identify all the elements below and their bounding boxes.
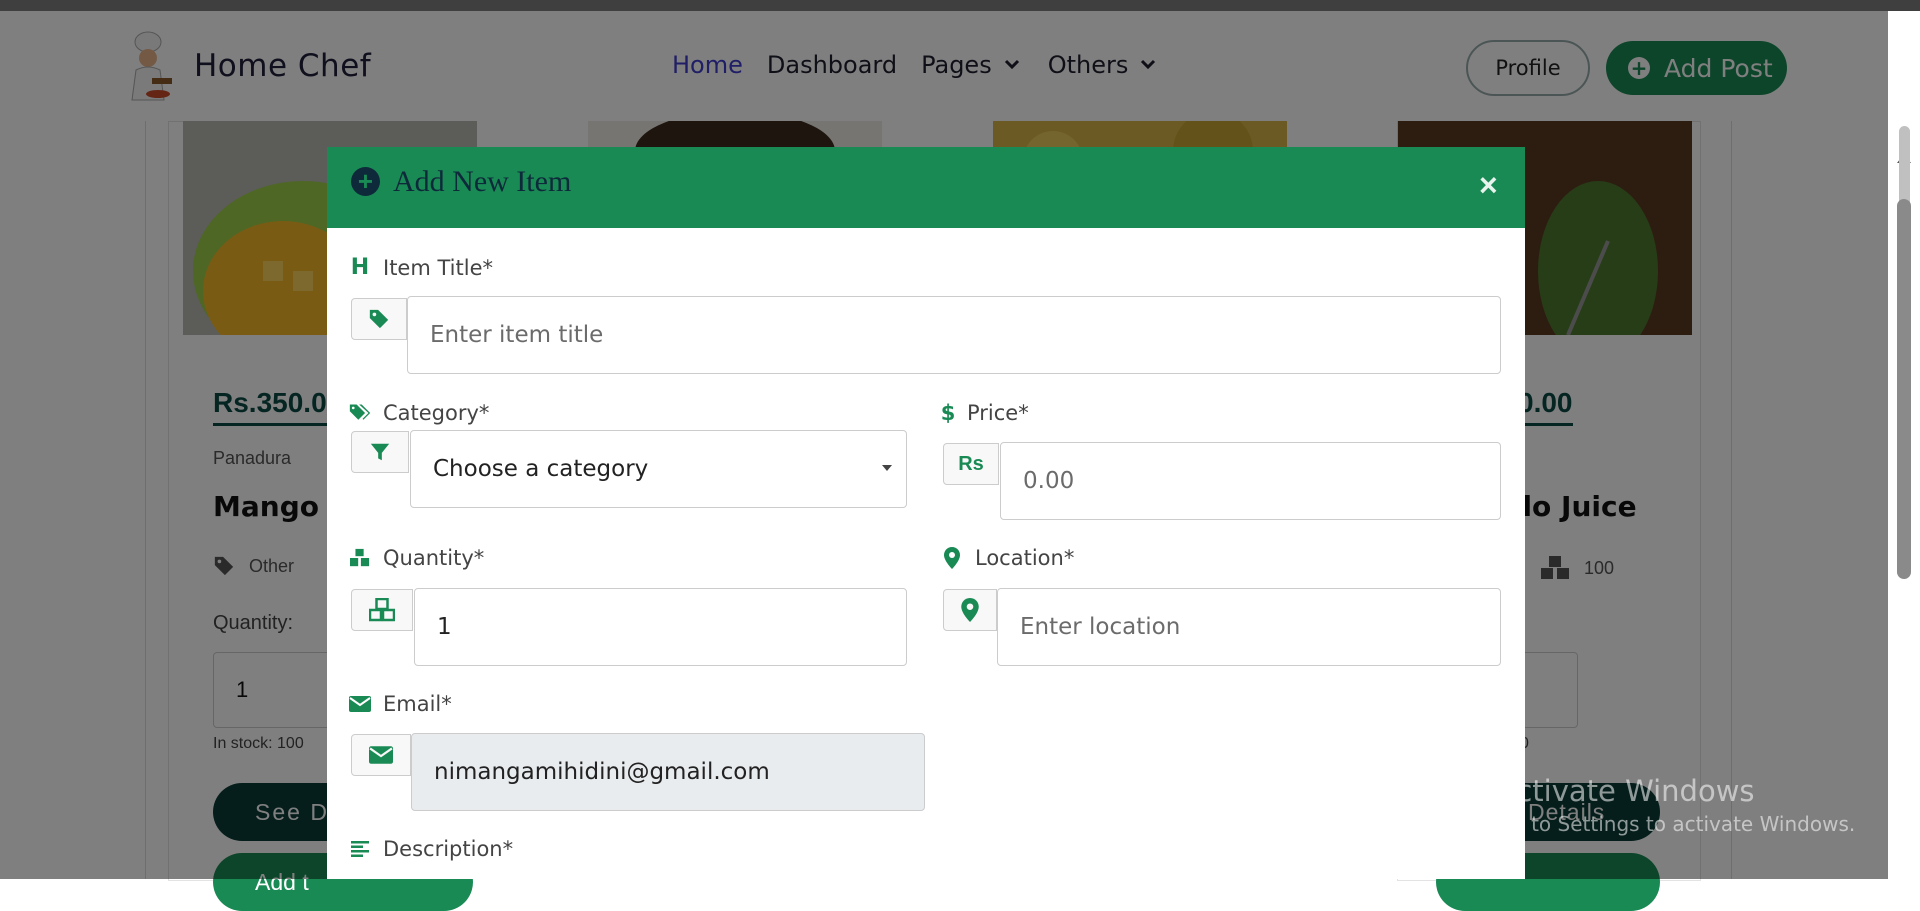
- modal-title: Add New Item: [393, 165, 572, 198]
- scroll-thumb[interactable]: [1897, 199, 1911, 579]
- tag-icon: [369, 309, 389, 329]
- category-select[interactable]: Choose a category: [410, 430, 907, 508]
- item-title-label: H Item Title*: [349, 255, 493, 280]
- close-button[interactable]: ×: [1479, 167, 1498, 204]
- modal-header: + Add New Item ×: [327, 147, 1525, 228]
- windows-activation-watermark: Activate Windows Go to Settings to activ…: [1497, 774, 1855, 836]
- email-addon: [351, 734, 411, 776]
- cubes-addon: [351, 589, 413, 631]
- category-label-text: Category*: [383, 401, 490, 425]
- watermark-line1: Activate Windows: [1497, 774, 1755, 808]
- align-left-icon: [349, 841, 371, 857]
- category-label: Category*: [349, 401, 489, 425]
- price-label-text: Price*: [967, 401, 1029, 425]
- quantity-label: Quantity*: [349, 546, 484, 570]
- price-label: $ Price*: [941, 401, 1029, 425]
- tag-addon: [351, 298, 407, 340]
- scrollbar[interactable]: [1888, 11, 1920, 879]
- cubes-icon: [349, 548, 371, 568]
- filter-icon: [370, 443, 390, 461]
- map-marker-icon: [961, 598, 979, 622]
- category-select-value: Choose a category: [433, 456, 649, 482]
- cubes-icon: [369, 598, 395, 622]
- item-title-input[interactable]: Enter item title: [407, 296, 1501, 374]
- browser-top-strip: [0, 0, 1920, 11]
- description-label: Description*: [349, 837, 513, 861]
- plus-circle-icon: +: [351, 167, 380, 196]
- envelope-icon: [349, 696, 371, 712]
- description-label-text: Description*: [383, 837, 514, 861]
- quantity-input[interactable]: 1: [414, 588, 907, 666]
- rupee-addon: Rs: [943, 443, 999, 485]
- filter-addon: [351, 431, 409, 473]
- item-title-label-text: Item Title*: [383, 255, 493, 280]
- envelope-icon: [369, 746, 393, 764]
- email-label: Email*: [349, 692, 452, 716]
- tags-icon: [349, 403, 371, 423]
- price-input[interactable]: 0.00: [1000, 442, 1501, 520]
- location-addon: [943, 589, 997, 631]
- location-input[interactable]: Enter location: [997, 588, 1501, 666]
- heading-icon: H: [350, 255, 370, 280]
- add-item-modal: + Add New Item × H Item Title* Enter ite…: [327, 147, 1525, 879]
- email-label-text: Email*: [383, 692, 452, 716]
- rupee-icon: Rs: [958, 452, 984, 475]
- quantity-label-text: Quantity*: [383, 546, 485, 570]
- dollar-icon: $: [940, 401, 956, 425]
- email-field[interactable]: nimangamihidini@gmail.com: [411, 733, 925, 811]
- map-marker-icon: [941, 547, 963, 569]
- location-label-text: Location*: [975, 546, 1075, 570]
- chevron-down-icon: [882, 465, 892, 471]
- watermark-line2: Go to Settings to activate Windows.: [1497, 812, 1856, 836]
- location-label: Location*: [941, 546, 1074, 570]
